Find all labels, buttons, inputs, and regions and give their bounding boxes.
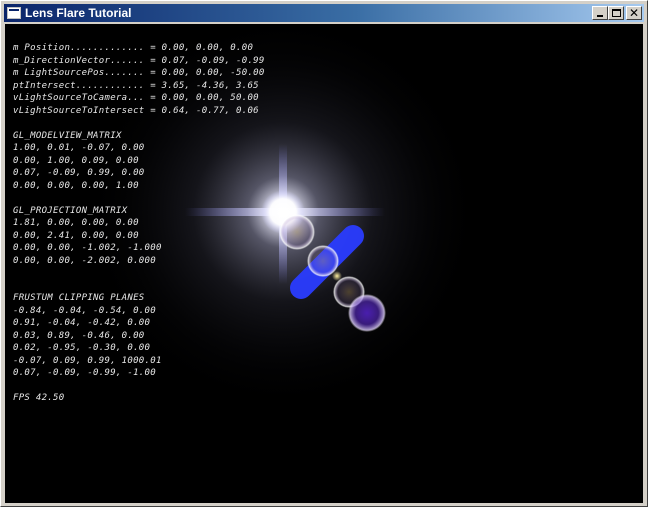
debug-info-line: FRUSTUM CLIPPING PLANES — [13, 293, 145, 303]
debug-info-line: 0.00, 2.41, 0.00, 0.00 — [13, 230, 139, 241]
maximize-button[interactable] — [608, 6, 624, 20]
debug-info-line — [13, 280, 265, 293]
close-button[interactable]: ✕ — [626, 6, 642, 20]
title-bar[interactable]: Lens Flare Tutorial ✕ — [4, 4, 644, 22]
debug-info-line: GL_MODELVIEW_MATRIX — [13, 130, 122, 141]
debug-info-line: 0.00, 0.00, 0.00, 1.00 — [13, 180, 139, 191]
window-title: Lens Flare Tutorial — [25, 6, 132, 20]
debug-info-line: 0.07, -0.09, 0.99, 0.00 — [13, 168, 145, 178]
debug-info-line: -0.84, -0.04, -0.54, 0.00 — [13, 305, 156, 316]
window-controls: ✕ — [592, 6, 642, 20]
debug-info-line: 0.07, -0.09, -0.99, -1.00 — [13, 368, 156, 378]
debug-info-line — [13, 192, 265, 205]
debug-info-line: 0.00, 0.00, -2.002, 0.000 — [13, 255, 156, 266]
close-icon: ✕ — [628, 6, 640, 20]
debug-info-line: 0.02, -0.95, -0.30, 0.00 — [13, 343, 151, 353]
minimize-icon — [597, 15, 603, 17]
debug-info-line: FPS 42.50 — [13, 393, 65, 403]
debug-info-panel: m Position............. = 0.00, 0.00, 0.… — [13, 42, 265, 405]
maximize-icon — [612, 9, 621, 17]
debug-info-line: GL_PROJECTION_MATRIX — [13, 205, 128, 216]
debug-info-line: ptIntersect............ = 3.65, -4.36, 3… — [13, 80, 259, 91]
debug-info-line: 1.81, 0.00, 0.00, 0.00 — [13, 218, 139, 228]
debug-info-line — [13, 380, 265, 393]
flare-halo-1 — [279, 214, 315, 250]
application-window: Lens Flare Tutorial ✕ m Position........… — [0, 0, 648, 507]
debug-info-line: m Position............. = 0.00, 0.00, 0.… — [13, 43, 254, 53]
debug-info-line: m_DirectionVector...... = 0.07, -0.09, -… — [13, 55, 265, 66]
debug-info-line: vLightSourceToIntersect = 0.64, -0.77, 0… — [13, 105, 259, 116]
debug-info-line: -0.07, 0.09, 0.99, 1000.01 — [13, 355, 162, 366]
debug-info-line: 0.03, 0.89, -0.46, 0.00 — [13, 330, 145, 341]
window-app-icon[interactable] — [7, 7, 21, 19]
minimize-button[interactable] — [592, 6, 608, 20]
debug-info-line: 1.00, 0.01, -0.07, 0.00 — [13, 143, 145, 153]
debug-info-line: m LightSourcePos....... = 0.00, 0.00, -5… — [13, 68, 265, 78]
flare-halo-purple — [348, 294, 386, 332]
debug-info-line: 0.00, 1.00, 0.09, 0.00 — [13, 155, 139, 166]
opengl-viewport[interactable]: m Position............. = 0.00, 0.00, 0.… — [5, 24, 643, 503]
debug-info-line — [13, 117, 265, 130]
debug-info-line — [13, 267, 265, 280]
debug-info-line: 0.00, 0.00, -1.002, -1.000 — [13, 243, 162, 253]
debug-info-line: 0.91, -0.04, -0.42, 0.00 — [13, 318, 151, 328]
debug-info-line: vLightSourceToCamera... = 0.00, 0.00, 50… — [13, 93, 259, 103]
